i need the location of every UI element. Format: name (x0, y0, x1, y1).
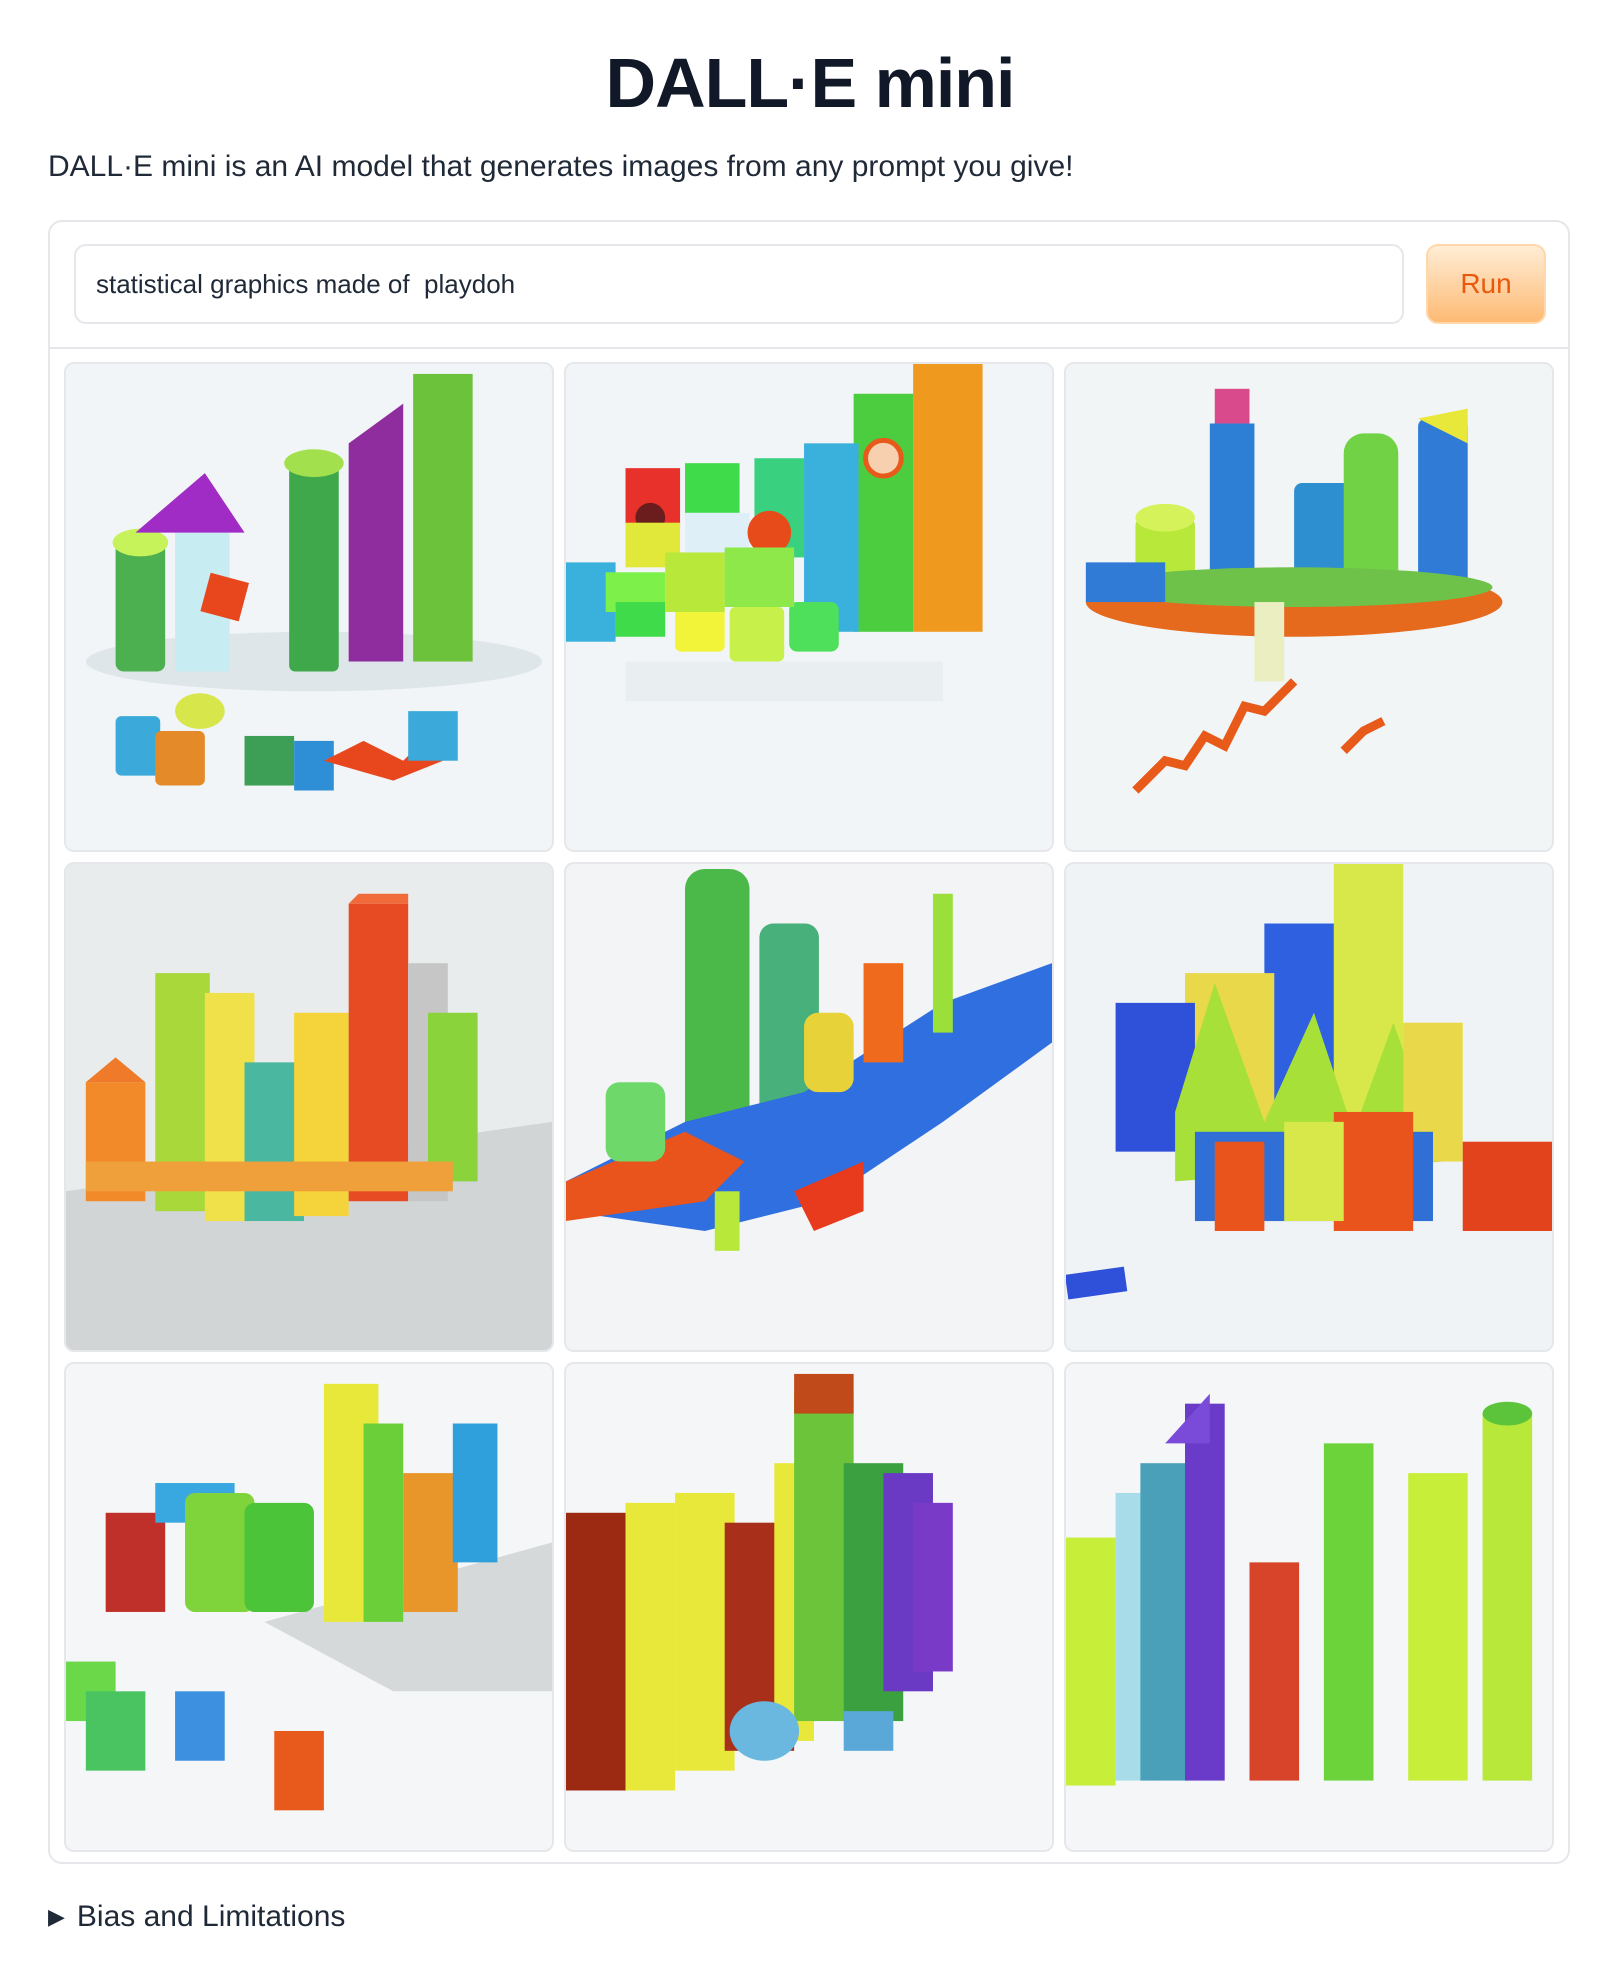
generated-image-6-art (1066, 864, 1552, 1350)
prompt-input[interactable] (74, 244, 1404, 324)
generated-image-2-art (566, 364, 1052, 850)
generated-image-3-art (1066, 364, 1552, 850)
image-gallery (64, 362, 1554, 1852)
bias-limitations-label: Bias and Limitations (76, 1900, 346, 1933)
generated-image-6[interactable] (1064, 862, 1554, 1352)
run-button[interactable]: Run (1426, 244, 1546, 324)
generated-image-8[interactable] (564, 1362, 1054, 1852)
generated-image-8-art (566, 1364, 1052, 1850)
generated-image-5-art (566, 864, 1052, 1350)
generated-image-7-art (66, 1364, 552, 1850)
page-title: DALL·E mini (605, 44, 1016, 122)
generator-panel: Run (48, 220, 1570, 1864)
generated-image-1[interactable] (64, 362, 554, 852)
prompt-row: Run (50, 222, 1568, 349)
generated-image-5[interactable] (564, 862, 1054, 1352)
page-description: DALL·E mini is an AI model that generate… (48, 150, 1074, 183)
generated-image-4[interactable] (64, 862, 554, 1352)
generated-image-2[interactable] (564, 362, 1054, 852)
bias-limitations-toggle[interactable]: ▶ Bias and Limitations (48, 1900, 345, 1934)
generated-image-4-art (66, 864, 552, 1350)
generated-image-7[interactable] (64, 1362, 554, 1852)
generated-image-9[interactable] (1064, 1362, 1554, 1852)
generated-image-9-art (1066, 1364, 1552, 1850)
generated-image-3[interactable] (1064, 362, 1554, 852)
generated-image-1-art (66, 364, 552, 850)
expand-triangle-icon: ▶ (48, 1904, 65, 1929)
